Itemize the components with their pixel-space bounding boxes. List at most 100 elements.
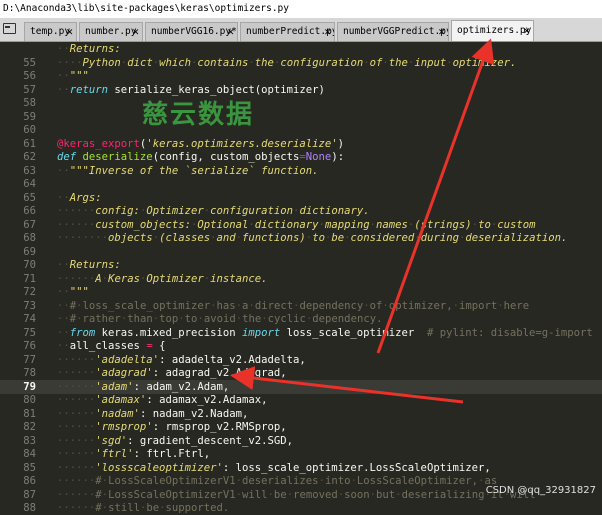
line-number: 70 — [23, 259, 36, 271]
code-line[interactable]: 68 ········objects·(classes·and·functions… — [0, 231, 602, 245]
tab-numbervggpredict-py[interactable]: numberVGGPredict.py ✕ — [337, 22, 449, 41]
code-line[interactable]: 59 — [0, 110, 602, 124]
tab-label: optimizers.py — [457, 25, 532, 36]
code-text: ······'adagrad': adagrad_v2.Adagrad, — [57, 367, 287, 379]
code-line[interactable]: 58 — [0, 96, 602, 110]
code-text: ······#·still·be·supported. — [57, 502, 230, 514]
code-text: @keras_export('keras.optimizers.deserial… — [57, 137, 345, 150]
code-line[interactable]: 81 ······'nadam': nadam_v2.Nadam, — [0, 407, 602, 421]
tab-numbervgg16-py[interactable]: numberVGG16.py* ✕ — [145, 22, 238, 41]
code-text: ······#·LossScaleOptimizerV1·deserialize… — [57, 475, 498, 487]
code-line[interactable]: 76 ··all_classes = { — [0, 339, 602, 353]
code-text: ··Returns: — [57, 43, 121, 55]
code-line[interactable]: 79 ······'adam': adam_v2.Adam, — [0, 379, 602, 394]
code-line[interactable]: 78 ······'adagrad': adagrad_v2.Adagrad, — [0, 366, 602, 380]
code-line[interactable]: 60 — [0, 123, 602, 137]
code-text: ··"""Inverse of the `serialize` function… — [57, 164, 319, 177]
code-text: ······'rmsprop': rmsprop_v2.RMSprop, — [57, 421, 287, 433]
line-number: 82 — [23, 421, 36, 433]
line-number: 55 — [23, 56, 36, 69]
code-line[interactable]: 65 ··Args: — [0, 191, 602, 205]
line-number: 65 — [23, 191, 36, 204]
watermark: 慈云数据 — [142, 100, 255, 130]
line-number: 87 — [23, 488, 36, 501]
code-line[interactable]: 55 ····Python·dict·which·contains·the·con… — [0, 56, 602, 70]
tab-bar: temp.py ✕ number.py ✕ numberVGG16.py* ✕ number… — [0, 18, 602, 42]
code-line[interactable]: 83 ······'sgd': gradient_descent_v2.SGD, — [0, 434, 602, 448]
close-icon[interactable]: ✕ — [438, 23, 445, 40]
line-number: 58 — [23, 97, 36, 109]
tab-numberpredict-py[interactable]: numberPredict.py ✕ — [240, 22, 335, 41]
line-number: 67 — [23, 218, 36, 231]
code-line[interactable]: 73 ··#·loss_scale_optimizer·has·a·direct·… — [0, 299, 602, 313]
line-number: 73 — [23, 299, 36, 312]
tab-optimizers-py[interactable]: optimizers.py ✕ — [451, 20, 534, 41]
line-number: 69 — [23, 245, 36, 258]
code-line[interactable]: 72 ··""" — [0, 285, 602, 299]
close-icon[interactable]: ✕ — [523, 21, 530, 40]
code-text: ··from keras.mixed_precision import loss… — [57, 326, 593, 339]
line-number: 79 — [23, 380, 36, 393]
code-text: ··Args: — [57, 191, 102, 204]
code-line[interactable]: 61 @keras_export('keras.optimizers.deseri… — [0, 137, 602, 151]
code-line[interactable]: 62 def deserialize(config, custom_objects… — [0, 150, 602, 164]
line-number: 85 — [23, 461, 36, 474]
code-line[interactable]: 88 ······#·still·be·supported. — [0, 501, 602, 515]
code-text: ··""" — [57, 286, 89, 298]
window-title: D:\Anaconda3\lib\site-packages\keras\opt… — [0, 0, 602, 18]
line-number: 77 — [23, 353, 36, 366]
code-text: ······'ftrl': ftrl.Ftrl, — [57, 448, 211, 460]
line-number: 60 — [23, 124, 36, 136]
code-line[interactable]: 70 ··Returns: — [0, 258, 602, 272]
tab-list-icon[interactable] — [3, 23, 16, 34]
code-line[interactable]: 67 ······custom_objects:·Optional·diction… — [0, 218, 602, 232]
code-text: ··all_classes = { — [57, 340, 166, 352]
code-line[interactable]: ··Returns: — [0, 42, 602, 56]
line-number: 86 — [23, 475, 36, 487]
code-line[interactable]: 57 ··return serialize_keras_object(optimi… — [0, 83, 602, 97]
code-line[interactable]: 56 ··""" — [0, 69, 602, 83]
close-icon[interactable]: ✕ — [227, 23, 234, 40]
code-text: ··#·loss_scale_optimizer·has·a·direct·de… — [57, 299, 530, 312]
close-icon[interactable]: ✕ — [66, 23, 73, 40]
line-number: 76 — [23, 340, 36, 352]
tab-label: number.py — [85, 26, 137, 37]
code-line[interactable]: 75 ··from keras.mixed_precision import lo… — [0, 326, 602, 340]
tab-label: numberPredict.py — [246, 26, 335, 37]
line-number: 63 — [23, 164, 36, 177]
code-text: ······'adadelta': adadelta_v2.Adadelta, — [57, 353, 306, 366]
code-line[interactable]: 84 ······'ftrl': ftrl.Ftrl, — [0, 447, 602, 461]
line-number: 72 — [23, 286, 36, 298]
code-line[interactable]: 66 ······config:·Optimizer·configuration·… — [0, 204, 602, 218]
line-number: 57 — [23, 83, 36, 96]
code-text: def deserialize(config, custom_objects=N… — [57, 151, 345, 163]
code-editor[interactable]: ··Returns: 55 ····Python·dict·which·contai… — [0, 42, 602, 514]
code-text: ······custom_objects:·Optional·dictionar… — [57, 218, 536, 231]
line-number: 56 — [23, 70, 36, 82]
code-line[interactable]: 71 ······A·Keras·Optimizer·instance. — [0, 272, 602, 286]
code-line[interactable]: 77 ······'adadelta': adadelta_v2.Adadelta… — [0, 353, 602, 367]
close-icon[interactable]: ✕ — [324, 23, 331, 40]
tab-label: numberVGGPredict.py — [343, 26, 449, 37]
code-line[interactable]: 63 ··"""Inverse of the `serialize` functi… — [0, 164, 602, 178]
line-number: 80 — [23, 394, 36, 406]
tab-label: temp.py — [30, 26, 71, 37]
code-line[interactable]: 80 ······'adamax': adamax_v2.Adamax, — [0, 393, 602, 407]
line-number: 83 — [23, 434, 36, 447]
code-line[interactable]: 82 ······'rmsprop': rmsprop_v2.RMSprop, — [0, 420, 602, 434]
code-text: ····Python·dict·which·contains·the·confi… — [57, 56, 517, 69]
line-number: 74 — [23, 313, 36, 325]
code-line[interactable]: 64 — [0, 177, 602, 191]
tab-number-py[interactable]: number.py ✕ — [79, 22, 143, 41]
code-line[interactable]: 74 ··#·rather·than·top·to·avoid·the·cycli… — [0, 312, 602, 326]
credit-text: CSDN @qq_32931827 — [485, 485, 596, 496]
code-line[interactable]: 69 — [0, 245, 602, 259]
line-number: 84 — [23, 448, 36, 460]
code-line[interactable]: 85 ······'lossscaleoptimizer': loss_scale… — [0, 461, 602, 475]
line-number: 66 — [23, 205, 36, 217]
tab-temp-py[interactable]: temp.py ✕ — [24, 22, 77, 41]
code-text: ······config:·Optimizer·configuration·di… — [57, 205, 370, 217]
close-icon[interactable]: ✕ — [132, 23, 139, 40]
line-number: 71 — [23, 272, 36, 285]
line-number: 64 — [23, 178, 36, 190]
